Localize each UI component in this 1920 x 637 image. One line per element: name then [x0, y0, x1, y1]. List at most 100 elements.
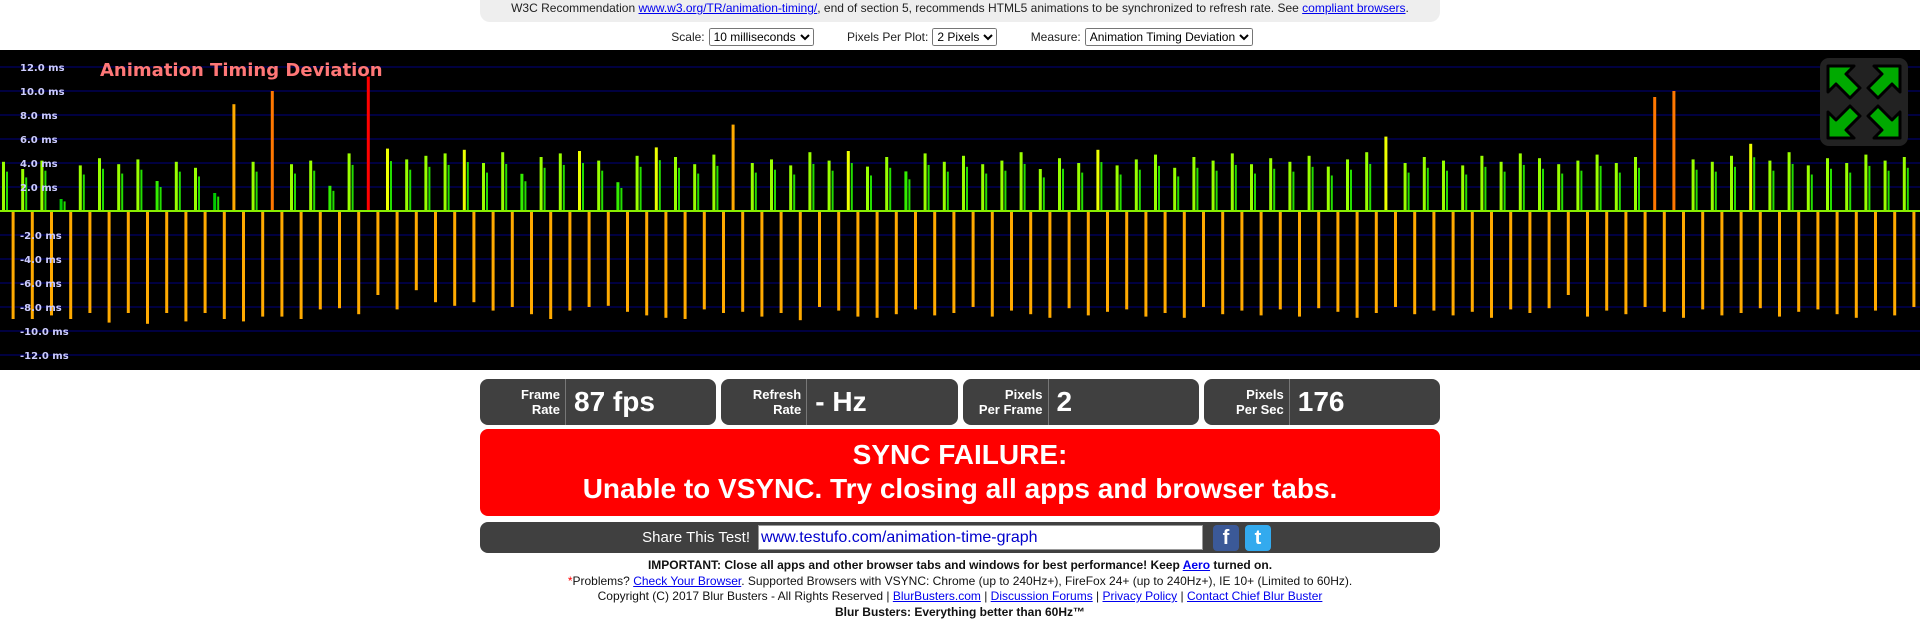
w3c-link[interactable]: www.w3.org/TR/animation-timing/ [639, 1, 818, 15]
deviation-bar [1835, 211, 1839, 315]
deviation-bar [1538, 158, 1541, 211]
deviation-bar [904, 171, 908, 211]
y-tick-label: -4.0 ms [20, 255, 62, 266]
pixels-per-plot-select[interactable]: 2 Pixels [932, 28, 998, 46]
deviation-bar [1561, 173, 1564, 211]
twitter-icon[interactable]: t [1245, 524, 1271, 551]
deviation-bar [1634, 157, 1637, 211]
aero-link[interactable]: Aero [1183, 558, 1210, 572]
deviation-bar [1119, 174, 1122, 211]
check-browser-link[interactable]: Check Your Browser [633, 574, 741, 588]
deviation-bar [126, 211, 130, 313]
deviation-bar [971, 211, 975, 307]
forums-link[interactable]: Discussion Forums [991, 589, 1093, 603]
deviation-bar [1758, 211, 1762, 309]
compliant-browsers-link[interactable]: compliant browsers [1302, 1, 1405, 15]
deviation-bar [1451, 211, 1455, 316]
privacy-link[interactable]: Privacy Policy [1103, 589, 1178, 603]
deviation-bar [1278, 211, 1282, 310]
deviation-bar [1816, 211, 1820, 310]
deviation-bar [2, 161, 5, 211]
deviation-bar [203, 211, 207, 313]
deviation-bar [1595, 154, 1599, 211]
deviation-bar [1662, 211, 1666, 312]
deviation-bar [1038, 169, 1042, 211]
deviation-bar [428, 166, 431, 211]
scale-select[interactable]: 10 milliseconds [708, 28, 814, 46]
deviation-bar [501, 152, 505, 211]
deviation-bar [351, 164, 354, 211]
deviation-bar [1413, 211, 1417, 315]
measure-select[interactable]: Animation Timing Deviation [1084, 28, 1253, 46]
deviation-bar [1058, 158, 1061, 211]
deviation-bar [754, 172, 757, 211]
deviation-bar [850, 163, 853, 211]
deviation-bar [1810, 174, 1813, 211]
deviation-bar [347, 153, 351, 211]
deviation-bar [1158, 165, 1160, 211]
deviation-bar [1826, 158, 1829, 211]
deviation-bar [1714, 171, 1717, 211]
deviation-bar [1522, 164, 1525, 211]
deviation-bar [505, 163, 508, 211]
deviation-bar [1067, 211, 1071, 309]
deviation-bar [510, 211, 514, 307]
deviation-bar [1720, 211, 1724, 316]
deviation-bar [1240, 211, 1244, 311]
deviation-bar [98, 158, 101, 211]
deviation-bar [1144, 211, 1148, 317]
facebook-icon[interactable]: f [1213, 524, 1239, 551]
deviation-bar [702, 211, 706, 310]
deviation-bar [390, 161, 392, 211]
contact-link[interactable]: Contact Chief Blur Buster [1187, 589, 1322, 603]
deviation-bar [1624, 211, 1628, 315]
deviation-bar [1273, 168, 1276, 211]
deviation-bar [232, 104, 236, 211]
deviation-bar [294, 173, 296, 211]
deviation-bar [1528, 211, 1532, 313]
y-tick-label: 2.0 ms [20, 183, 58, 194]
ppp-label: Pixels Per Plot: [846, 30, 929, 44]
share-url-input[interactable] [758, 525, 1203, 550]
deviation-bar [1163, 211, 1167, 313]
blurbusters-link[interactable]: BlurBusters.com [893, 589, 981, 603]
deviation-bar [242, 211, 245, 322]
deviation-bar [520, 173, 524, 211]
stat-label: Rate [773, 402, 802, 417]
deviation-bar [1326, 166, 1330, 211]
deviation-bar [1010, 211, 1013, 311]
deviation-bar [1695, 169, 1698, 211]
deviation-bar [1250, 164, 1253, 211]
deviation-bar [990, 211, 994, 317]
banner-text: . [1405, 1, 1409, 15]
measure-label: Measure: [1030, 30, 1081, 44]
deviation-bar [654, 147, 658, 211]
deviation-bar [722, 211, 725, 313]
deviation-bar [1432, 211, 1436, 311]
deviation-bar [1787, 152, 1791, 211]
deviation-bar [1638, 167, 1640, 211]
deviation-bar [818, 211, 821, 307]
deviation-bar [1311, 166, 1314, 211]
deviation-bar [178, 171, 181, 211]
deviation-bar [779, 211, 783, 313]
deviation-bar [712, 154, 716, 211]
deviation-bar [1081, 172, 1084, 211]
chart-svg: 12.0 ms 10.0 ms 8.0 ms 6.0 ms 4.0 ms 2.0 ms -2… [0, 63, 1920, 362]
deviation-bar [558, 153, 562, 211]
y-tick-label: 8.0 ms [20, 111, 58, 122]
fullscreen-button[interactable] [1820, 58, 1908, 146]
deviation-bar [578, 151, 581, 211]
deviation-bar [1849, 172, 1852, 211]
deviation-bar [1749, 143, 1753, 211]
deviation-bar [539, 157, 543, 211]
deviation-bar [1845, 163, 1849, 211]
tagline: Blur Busters: Everything better than 60H… [834, 604, 1086, 619]
deviation-bar [82, 174, 85, 211]
deviation-bar [1077, 163, 1081, 211]
deviation-bar [462, 149, 466, 211]
deviation-bar [1470, 211, 1474, 312]
deviation-bar [1682, 211, 1685, 318]
deviation-bar [140, 169, 143, 211]
deviation-bar [1446, 170, 1448, 211]
